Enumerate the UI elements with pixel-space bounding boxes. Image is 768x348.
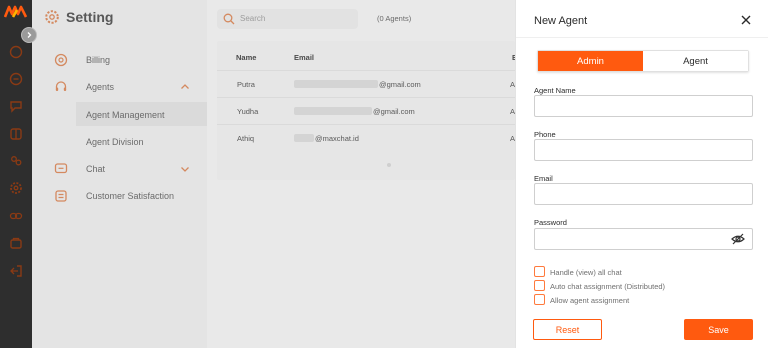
redacted-email xyxy=(294,107,372,115)
allow-agent-assignment-label: Allow agent assignment xyxy=(550,296,630,305)
search-icon xyxy=(223,13,235,25)
eye-off-icon[interactable] xyxy=(731,232,745,246)
chat-bubble-icon xyxy=(54,163,68,174)
settings-sidebar: Setting Billing Agents Agent Management … xyxy=(32,0,224,348)
sidebar-subitem-agent-management[interactable]: Agent Management xyxy=(86,110,165,120)
column-header-email: Email xyxy=(294,53,315,62)
store-icon[interactable] xyxy=(8,235,24,251)
role-toggle: Admin Agent xyxy=(537,50,749,72)
sidebar-item-agents[interactable]: Agents xyxy=(32,74,207,100)
sidebar-item-chat[interactable]: Chat xyxy=(32,156,207,182)
sidebar-item-label: Chat xyxy=(86,164,106,174)
agent-name-label: Agent Name xyxy=(534,86,576,95)
settings-header: Setting xyxy=(44,9,113,25)
agents-count: (0 Agents) xyxy=(377,14,412,23)
new-agent-panel: New Agent Admin Agent Agent Name Phone E… xyxy=(515,0,768,348)
agent-name: Putra xyxy=(237,80,255,89)
sidebar-item-billing[interactable]: Billing xyxy=(32,47,207,73)
sidebar-item-label: Billing xyxy=(86,55,111,65)
home-icon[interactable] xyxy=(8,44,24,60)
agent-email: @gmail.com xyxy=(379,80,421,89)
chevron-up-icon xyxy=(181,84,189,89)
reset-button[interactable]: Reset xyxy=(533,319,602,340)
chevron-right-icon xyxy=(27,32,32,38)
sidebar-item-customer-satisfaction[interactable]: Customer Satisfaction xyxy=(32,183,207,209)
auto-chat-assignment-checkbox[interactable] xyxy=(534,280,545,291)
phone-label: Phone xyxy=(534,130,556,139)
close-icon[interactable] xyxy=(738,12,754,28)
phone-input[interactable] xyxy=(534,139,753,161)
password-label: Password xyxy=(534,218,567,227)
panel-title: New Agent xyxy=(534,15,588,27)
table-row[interactable]: Yudha @gmail.com A xyxy=(217,97,515,122)
sidebar-subitem-agent-division[interactable]: Agent Division xyxy=(86,137,144,147)
broadcast-icon[interactable] xyxy=(8,98,24,114)
settings-title: Setting xyxy=(66,9,114,25)
chat-icon[interactable] xyxy=(8,71,24,87)
link-icon[interactable] xyxy=(8,208,24,224)
headset-icon xyxy=(55,81,67,91)
agents-table: Name Email E Putra @gmail.com A Yudha @g… xyxy=(217,41,517,180)
search-placeholder: Search xyxy=(240,14,266,23)
search-box[interactable]: Search xyxy=(217,9,358,29)
agent-email: @maxchat.id xyxy=(315,134,359,143)
logout-icon[interactable] xyxy=(8,263,24,279)
contacts-icon[interactable] xyxy=(8,153,24,169)
maxchat-logo xyxy=(4,5,28,18)
email-label: Email xyxy=(534,174,553,183)
redacted-email xyxy=(294,80,378,88)
column-header-name: Name xyxy=(236,53,257,62)
allow-agent-assignment-checkbox[interactable] xyxy=(534,294,545,305)
save-button[interactable]: Save xyxy=(684,319,753,340)
sidebar-collapse-button[interactable] xyxy=(21,27,37,43)
sidebar-item-label: Customer Satisfaction xyxy=(86,191,175,201)
redacted-email xyxy=(294,134,314,142)
table-row[interactable]: Putra @gmail.com A xyxy=(217,70,515,95)
pagination-dot[interactable] xyxy=(387,163,391,167)
chevron-down-icon xyxy=(181,167,189,172)
tab-agent[interactable]: Agent xyxy=(643,51,748,71)
sidebar-item-label: Agents xyxy=(86,82,115,92)
app-rail xyxy=(0,0,32,348)
billing-icon xyxy=(54,53,68,67)
agent-name: Yudha xyxy=(237,107,259,116)
agents-main: Search (0 Agents) Name Email E Putra @gm… xyxy=(207,0,517,348)
panel-divider xyxy=(516,37,768,38)
survey-icon xyxy=(55,190,67,202)
tab-admin[interactable]: Admin xyxy=(538,51,643,71)
book-icon[interactable] xyxy=(8,126,24,142)
handle-all-chat-checkbox[interactable] xyxy=(534,266,545,277)
auto-chat-assignment-label: Auto chat assignment (Distributed) xyxy=(550,282,666,291)
agent-name: Athiq xyxy=(237,134,255,143)
gear-icon xyxy=(45,10,59,24)
agent-email: @gmail.com xyxy=(373,107,415,116)
password-input[interactable] xyxy=(534,228,753,250)
email-input[interactable] xyxy=(534,183,753,205)
agent-name-input[interactable] xyxy=(534,95,753,117)
handle-all-chat-label: Handle (view) all chat xyxy=(550,268,622,277)
settings-icon[interactable] xyxy=(8,180,24,196)
table-row[interactable]: Athiq @maxchat.id A xyxy=(217,124,515,149)
